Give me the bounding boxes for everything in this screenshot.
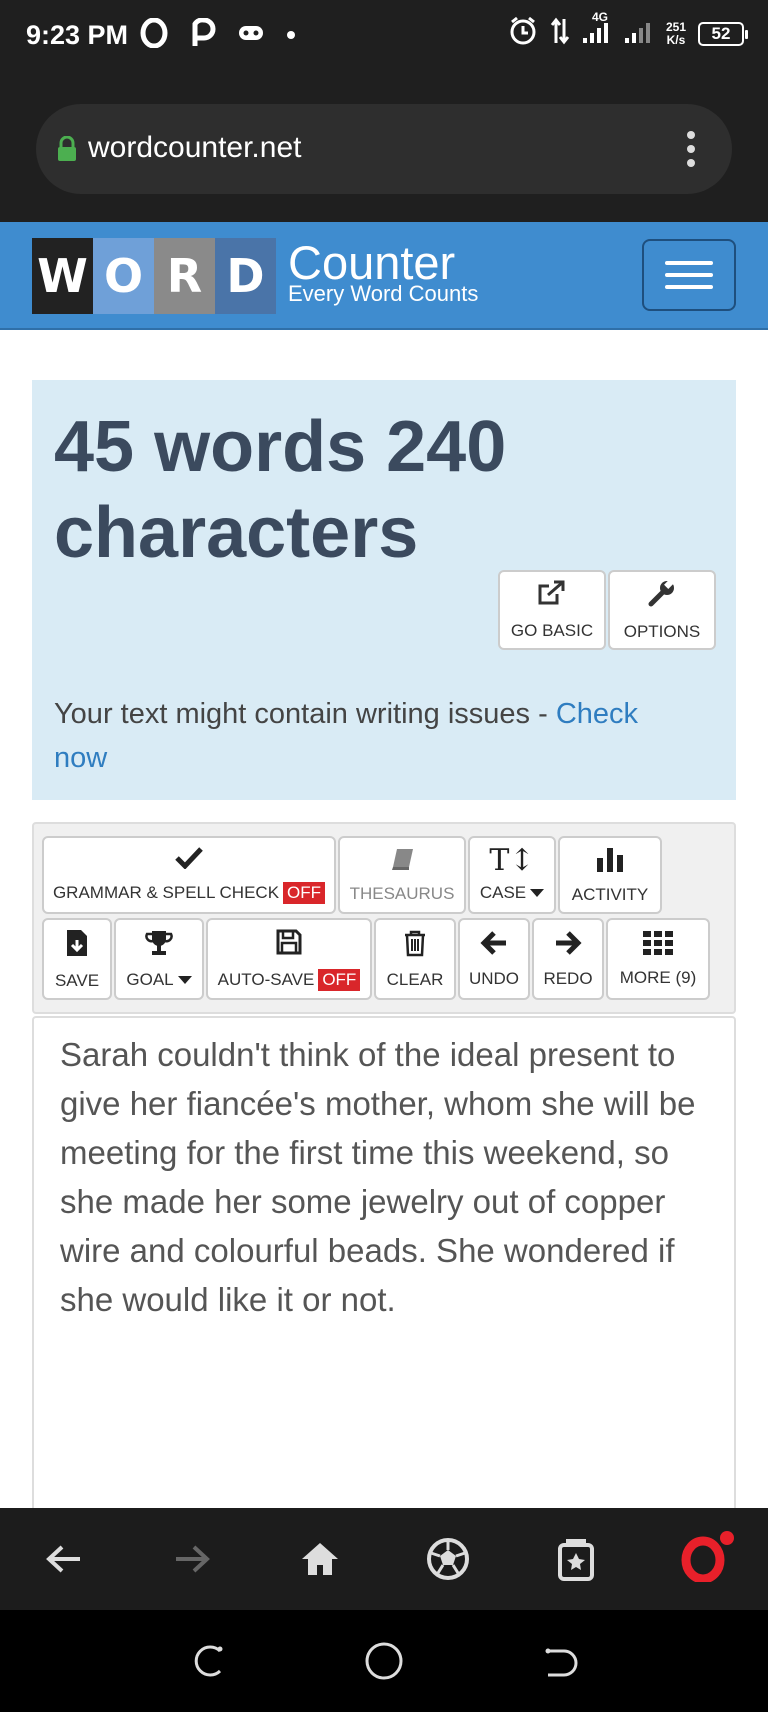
writing-issues-notice: Your text might contain writing issues -… xyxy=(54,692,694,780)
grammar-check-button[interactable]: GRAMMAR & SPELL CHECK OFF xyxy=(42,836,336,914)
data-arrows-icon xyxy=(550,17,570,50)
opera-logo-icon[interactable] xyxy=(674,1529,734,1589)
thesaurus-button[interactable]: THESAURUS xyxy=(338,836,466,914)
dot-icon xyxy=(286,27,296,45)
lock-icon xyxy=(56,135,78,167)
external-link-icon xyxy=(537,580,567,611)
back-icon[interactable] xyxy=(34,1529,94,1589)
site-logo[interactable]: W O R D xyxy=(32,238,276,314)
grid-icon xyxy=(643,930,673,960)
speed-value: 251 xyxy=(665,19,686,34)
browser-bottom-nav xyxy=(0,1508,768,1610)
battery-indicator: 52 xyxy=(698,21,748,46)
more-label: MORE (9) xyxy=(619,967,697,987)
clear-button[interactable]: CLEAR xyxy=(374,918,456,1000)
logo-tagline: Every Word Counts xyxy=(288,281,479,306)
text-height-icon: T↕ xyxy=(489,843,535,878)
issues-text: Your text might contain writing issues - xyxy=(54,698,556,730)
back-gesture-icon[interactable] xyxy=(530,1631,590,1691)
address-bar[interactable]: wordcounter.net xyxy=(36,104,732,194)
arrow-left-icon xyxy=(480,930,508,961)
save-label: SAVE xyxy=(54,970,100,990)
checkmark-icon xyxy=(175,846,203,874)
go-basic-button[interactable]: GO BASIC xyxy=(498,570,606,650)
opera-icon xyxy=(140,17,168,53)
hamburger-menu-button[interactable] xyxy=(642,239,736,311)
auto-save-off-badge: OFF xyxy=(318,968,361,991)
auto-save-label: AUTO-SAVE xyxy=(217,969,315,989)
status-bar: 9:23 PM 4G 251 K/s 52 xyxy=(0,0,768,78)
site-header: W O R D Counter Every Word Counts xyxy=(0,222,768,330)
system-nav-bar xyxy=(0,1610,768,1712)
trophy-icon xyxy=(145,929,173,962)
options-label: OPTIONS xyxy=(623,621,701,641)
trash-icon xyxy=(403,929,427,962)
goal-label: GOAL xyxy=(126,969,174,989)
notification-dot xyxy=(720,1531,734,1545)
undo-label: UNDO xyxy=(468,968,520,988)
clear-label: CLEAR xyxy=(386,969,444,989)
bar-chart-icon xyxy=(595,846,625,877)
options-button[interactable]: OPTIONS xyxy=(608,570,716,650)
network-type-label: 4G xyxy=(591,10,608,24)
home-icon[interactable] xyxy=(290,1529,350,1589)
grammar-off-badge: OFF xyxy=(283,881,326,904)
activity-label: ACTIVITY xyxy=(571,884,649,904)
undo-button[interactable]: UNDO xyxy=(458,918,530,1000)
editor-toolbar: GRAMMAR & SPELL CHECK OFF THESAURUS T↕ CA… xyxy=(32,822,736,1014)
network-speed: 251 K/s xyxy=(665,19,686,47)
redo-label: REDO xyxy=(543,968,593,988)
go-basic-label: GO BASIC xyxy=(510,620,594,640)
case-label: CASE xyxy=(479,883,527,902)
signal-icon: 4G xyxy=(582,10,612,49)
wrench-icon xyxy=(648,578,676,612)
speed-unit: K/s xyxy=(666,32,686,47)
redo-button[interactable]: REDO xyxy=(532,918,604,1000)
caret-down-icon xyxy=(530,889,545,897)
logo-tile-r: R xyxy=(154,238,215,314)
more-button[interactable]: MORE (9) xyxy=(606,918,710,1000)
logo-wordmark[interactable]: Counter Every Word Counts xyxy=(288,238,479,306)
url-text[interactable]: wordcounter.net xyxy=(88,131,301,165)
thesaurus-label: THESAURUS xyxy=(349,883,455,903)
activity-button[interactable]: ACTIVITY xyxy=(558,836,662,914)
grammar-label: GRAMMAR & SPELL CHECK xyxy=(52,882,280,902)
save-file-icon xyxy=(65,928,89,963)
goal-button[interactable]: GOAL xyxy=(114,918,204,1000)
signal-icon-2 xyxy=(624,18,654,49)
case-button[interactable]: T↕ CASE xyxy=(468,836,556,914)
save-button[interactable]: SAVE xyxy=(42,918,112,1000)
logo-tile-w: W xyxy=(32,238,93,314)
forward-icon[interactable] xyxy=(162,1529,222,1589)
word-character-count: 45 words 240 characters xyxy=(54,407,507,573)
logo-tile-d: D xyxy=(215,238,276,314)
text-editor[interactable]: Sarah couldn't think of the ideal presen… xyxy=(32,1016,736,1536)
logo-tile-o: O xyxy=(93,238,154,314)
recents-icon[interactable] xyxy=(178,1631,238,1691)
home-circle-icon[interactable] xyxy=(354,1631,414,1691)
tabs-icon[interactable] xyxy=(546,1529,606,1589)
alarm-icon xyxy=(508,16,538,51)
auto-save-button[interactable]: AUTO-SAVE OFF xyxy=(206,918,372,1000)
soccer-ball-icon[interactable] xyxy=(418,1529,478,1589)
browser-menu-icon[interactable] xyxy=(686,131,696,167)
editor-content[interactable]: Sarah couldn't think of the ideal presen… xyxy=(60,1030,720,1324)
floppy-icon xyxy=(275,928,303,961)
arrow-right-icon xyxy=(554,930,582,961)
caret-down-icon xyxy=(177,975,192,984)
status-time: 9:23 PM xyxy=(26,20,129,50)
p-icon xyxy=(190,17,216,53)
count-panel: 45 words 240 characters GO BASIC OPTIONS… xyxy=(32,380,736,800)
book-icon xyxy=(389,847,415,876)
gamepad-icon xyxy=(238,24,264,47)
browser-address-area: wordcounter.net xyxy=(0,78,768,222)
